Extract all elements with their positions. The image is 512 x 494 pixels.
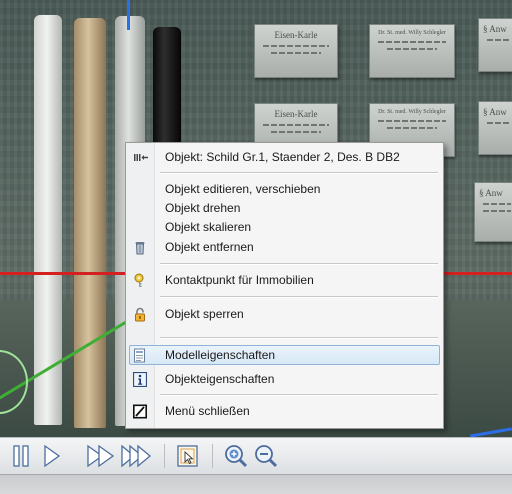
sign-text-line bbox=[487, 122, 511, 124]
menu-item-label: Kontaktpunkt für Immobilien bbox=[165, 273, 314, 287]
sign-text-line bbox=[271, 52, 321, 54]
trash-bin-icon bbox=[133, 240, 147, 255]
sign-title: § Anw bbox=[483, 24, 507, 34]
toolbar-divider bbox=[212, 444, 213, 468]
sign[interactable]: § Anw bbox=[478, 101, 512, 155]
zoom-out-icon bbox=[255, 445, 278, 468]
sign-text-line bbox=[378, 41, 446, 43]
sign-title: § Anw bbox=[483, 107, 507, 117]
sign-text-line bbox=[487, 39, 511, 41]
zoom-in-button[interactable] bbox=[223, 443, 249, 469]
menu-item-label: Objekt sperren bbox=[165, 307, 244, 321]
menu-separator bbox=[160, 172, 438, 174]
red-rail bbox=[442, 272, 512, 275]
sign[interactable]: § Anw bbox=[474, 182, 512, 242]
fastest-forward-button[interactable] bbox=[120, 443, 156, 469]
sign-text-line bbox=[263, 124, 329, 126]
context-menu: Objekt: Schild Gr.1, Staender 2, Des. B … bbox=[125, 142, 444, 429]
menu-item-label: Modelleigenschaften bbox=[165, 348, 276, 362]
menu-item-scale[interactable]: Objekt skalieren bbox=[126, 218, 443, 237]
menu-separator bbox=[160, 296, 438, 298]
toolbar-divider bbox=[164, 444, 165, 468]
menu-separator bbox=[160, 263, 438, 265]
menu-item-label: Objekt skalieren bbox=[165, 220, 252, 234]
menu-item-model-properties[interactable]: Modelleigenschaften bbox=[129, 345, 440, 365]
sign-text-line bbox=[263, 45, 329, 47]
sign-text-line bbox=[483, 210, 511, 212]
menu-separator bbox=[160, 394, 438, 396]
play-icon bbox=[44, 444, 61, 468]
zoom-in-icon bbox=[225, 445, 248, 468]
sign-text-line bbox=[386, 127, 438, 129]
sign[interactable]: Dr. St. med. Willy Schlegler bbox=[369, 24, 455, 78]
padlock-icon bbox=[133, 307, 147, 322]
fastest-forward-icon bbox=[121, 444, 152, 468]
status-strip bbox=[0, 474, 512, 494]
sign-title: Dr. St. med. Willy Schlegler bbox=[378, 109, 446, 115]
play-button[interactable] bbox=[40, 443, 66, 469]
fast-forward-icon bbox=[87, 444, 115, 468]
menu-item-close-menu[interactable]: Menü schließen bbox=[126, 402, 443, 421]
key-badge-icon bbox=[133, 273, 147, 288]
menu-item-object-properties[interactable]: Objekteigenschaften bbox=[126, 370, 443, 389]
menu-separator bbox=[160, 337, 438, 339]
fast-forward-button[interactable] bbox=[86, 443, 120, 469]
select-arrow-icon bbox=[177, 445, 198, 467]
menu-item-label: Objekt editieren, verschieben bbox=[165, 182, 321, 196]
zoom-out-button[interactable] bbox=[253, 443, 279, 469]
menu-item-label: Objekteigenschaften bbox=[165, 372, 275, 386]
sign-text-line bbox=[483, 203, 511, 205]
sign[interactable]: Eisen-Karle bbox=[254, 24, 338, 78]
close-slash-icon bbox=[133, 404, 147, 419]
sign[interactable]: § Anw bbox=[478, 18, 512, 72]
menu-item-label: Objekt entfernen bbox=[165, 240, 254, 254]
object-arrow-icon bbox=[133, 150, 148, 165]
select-button[interactable] bbox=[175, 443, 201, 469]
properties-sheet-icon bbox=[133, 348, 147, 363]
sign-title: § Anw bbox=[479, 188, 503, 198]
menu-item-label: Menü schließen bbox=[165, 404, 250, 418]
info-icon bbox=[132, 371, 148, 388]
sign-text-line bbox=[386, 48, 438, 50]
sign-text-line bbox=[378, 120, 446, 122]
sign-title: Eisen-Karle bbox=[274, 109, 318, 119]
sign-title: Dr. St. med. Willy Schlegler bbox=[378, 30, 446, 36]
menu-item-contact-point[interactable]: Kontaktpunkt für Immobilien bbox=[126, 271, 443, 290]
blue-rail bbox=[127, 0, 130, 30]
pause-button[interactable] bbox=[10, 443, 36, 469]
pillar-wood[interactable] bbox=[74, 18, 106, 428]
menu-item-rotate[interactable]: Objekt drehen bbox=[126, 199, 443, 218]
menu-item-delete[interactable]: Objekt entfernen bbox=[126, 238, 443, 257]
menu-item-edit-move[interactable]: Objekt editieren, verschieben bbox=[126, 180, 443, 199]
menu-header: Objekt: Schild Gr.1, Staender 2, Des. B … bbox=[126, 148, 443, 167]
menu-item-label: Objekt drehen bbox=[165, 201, 241, 215]
menu-item-lock[interactable]: Objekt sperren bbox=[126, 305, 443, 324]
red-rail bbox=[0, 272, 125, 275]
bottom-toolbar bbox=[0, 437, 512, 475]
menu-header-label: Objekt: Schild Gr.1, Staender 2, Des. B … bbox=[165, 150, 400, 164]
pillar-black[interactable] bbox=[153, 27, 181, 157]
sign-text-line bbox=[271, 131, 321, 133]
pause-icon bbox=[13, 445, 29, 467]
sign-title: Eisen-Karle bbox=[274, 30, 318, 40]
